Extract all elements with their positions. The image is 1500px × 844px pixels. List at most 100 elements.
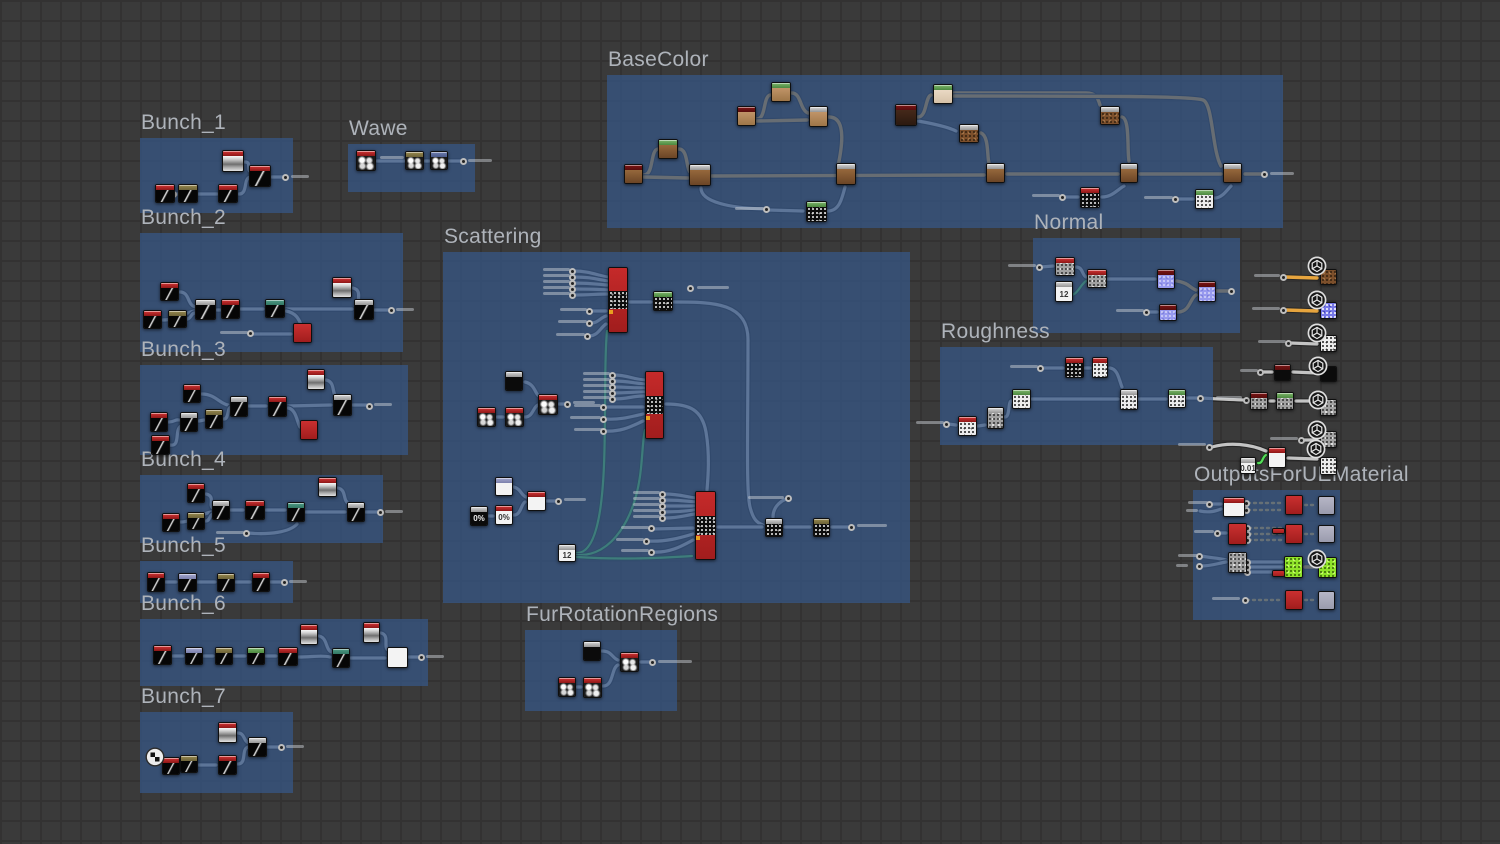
node-noiseBrown[interactable] <box>1100 106 1120 125</box>
node-streak[interactable] <box>247 647 265 665</box>
node-streak[interactable] <box>183 384 201 403</box>
port-dot[interactable] <box>1142 308 1150 316</box>
node-streak[interactable] <box>354 299 374 320</box>
node-blob[interactable] <box>558 677 576 697</box>
node-noiseW[interactable] <box>1012 389 1031 409</box>
node-brown[interactable] <box>1223 163 1242 183</box>
port-dot[interactable] <box>376 508 384 516</box>
node-purple[interactable] <box>1157 269 1175 289</box>
port-dot[interactable] <box>686 284 694 292</box>
node-streak[interactable] <box>205 409 223 429</box>
port-dot[interactable] <box>1205 443 1213 451</box>
node-metal[interactable] <box>300 624 318 645</box>
node-redsolid[interactable] <box>1272 528 1285 534</box>
node-white[interactable]: 0.01 <box>1240 457 1256 474</box>
port-dot[interactable] <box>1213 529 1221 537</box>
node-tan[interactable] <box>737 106 756 126</box>
node-blob[interactable] <box>356 150 376 171</box>
node-streak[interactable] <box>187 512 205 530</box>
port-dot[interactable] <box>599 403 607 411</box>
node-blob[interactable] <box>583 677 602 698</box>
port-dot[interactable] <box>1195 562 1203 570</box>
node-redsolid[interactable] <box>300 420 318 440</box>
node-metal[interactable] <box>318 477 337 497</box>
node-streak[interactable] <box>212 500 230 520</box>
node-noiseB[interactable] <box>806 201 827 222</box>
node-streak[interactable] <box>287 502 305 522</box>
port-dot[interactable] <box>280 578 288 586</box>
port-dot[interactable] <box>1035 263 1043 271</box>
node-black[interactable]: 0% <box>470 506 488 526</box>
node-blob[interactable] <box>620 652 639 672</box>
node-white[interactable]: 12 <box>1055 281 1073 302</box>
node-blob[interactable] <box>430 151 448 170</box>
node-streak[interactable] <box>218 184 238 203</box>
node-noiseB[interactable] <box>765 518 783 537</box>
port-dot[interactable] <box>554 497 562 505</box>
node-redsolid[interactable] <box>293 323 312 343</box>
port-dot[interactable] <box>1241 596 1249 604</box>
node-streak[interactable] <box>150 412 168 432</box>
node-black[interactable] <box>1274 364 1291 381</box>
node-black[interactable] <box>505 371 523 391</box>
node-streak[interactable] <box>151 435 170 455</box>
node-tan[interactable] <box>809 106 828 127</box>
node-grayout[interactable] <box>1318 496 1335 515</box>
node-noiseW[interactable] <box>1092 357 1108 378</box>
node-noiseB[interactable] <box>813 518 830 537</box>
node-redsolid[interactable] <box>1285 590 1303 610</box>
node-noiseB[interactable] <box>1080 187 1100 208</box>
group-frame-scattering[interactable] <box>443 252 910 603</box>
node-fx[interactable] <box>695 491 716 560</box>
node-noiseBrown[interactable] <box>959 124 979 143</box>
node-streak[interactable] <box>178 573 197 592</box>
node-streak[interactable] <box>143 310 162 329</box>
node-brown[interactable] <box>836 163 856 185</box>
node-streak[interactable] <box>185 647 203 665</box>
node-noiseG[interactable] <box>1228 552 1247 573</box>
node-noiseB[interactable] <box>653 291 673 311</box>
port-dot[interactable] <box>1171 195 1179 203</box>
node-white[interactable]: 0% <box>495 505 513 525</box>
node-streak[interactable] <box>153 645 172 665</box>
node-brown[interactable] <box>689 164 711 186</box>
node-noiseG[interactable] <box>1087 269 1107 288</box>
port-dot[interactable] <box>762 205 770 213</box>
port-dot[interactable] <box>246 329 254 337</box>
node-streak[interactable] <box>221 299 240 319</box>
node-streak[interactable] <box>160 282 179 301</box>
port-dot[interactable] <box>585 307 593 315</box>
node-noiseW[interactable] <box>1320 457 1337 475</box>
node-white[interactable] <box>1268 447 1286 468</box>
node-streak[interactable] <box>180 755 198 773</box>
port-dot[interactable] <box>1036 364 1044 372</box>
node-streak[interactable] <box>178 184 198 203</box>
node-streak[interactable] <box>248 737 267 757</box>
port-dot[interactable] <box>365 402 373 410</box>
port-dot[interactable] <box>242 529 250 537</box>
node-streak[interactable] <box>155 184 175 203</box>
node-noiseW[interactable] <box>1195 189 1214 209</box>
node-white[interactable]: 12 <box>558 544 576 562</box>
port-dot[interactable] <box>1242 396 1250 404</box>
node-blob[interactable] <box>505 407 524 427</box>
port-dot[interactable] <box>459 157 467 165</box>
node-streak[interactable] <box>168 310 187 328</box>
node-brown[interactable] <box>986 163 1005 183</box>
node-metal[interactable] <box>363 622 380 643</box>
port-dot[interactable] <box>583 332 591 340</box>
node-noiseG[interactable] <box>1055 257 1075 276</box>
port-dot[interactable] <box>1227 287 1235 295</box>
node-white[interactable] <box>1223 497 1245 517</box>
node-streak[interactable] <box>268 396 287 417</box>
node-blob[interactable] <box>538 394 558 415</box>
node-streak[interactable] <box>333 394 352 416</box>
port-dot[interactable] <box>942 420 950 428</box>
port-dot[interactable] <box>1196 394 1204 402</box>
port-dot[interactable] <box>585 319 593 327</box>
node-brown[interactable] <box>624 164 643 184</box>
node-white[interactable] <box>495 477 513 496</box>
node-noiseW[interactable] <box>1168 389 1186 408</box>
node-blob[interactable] <box>405 151 424 170</box>
node-redsolid[interactable] <box>1285 495 1303 515</box>
